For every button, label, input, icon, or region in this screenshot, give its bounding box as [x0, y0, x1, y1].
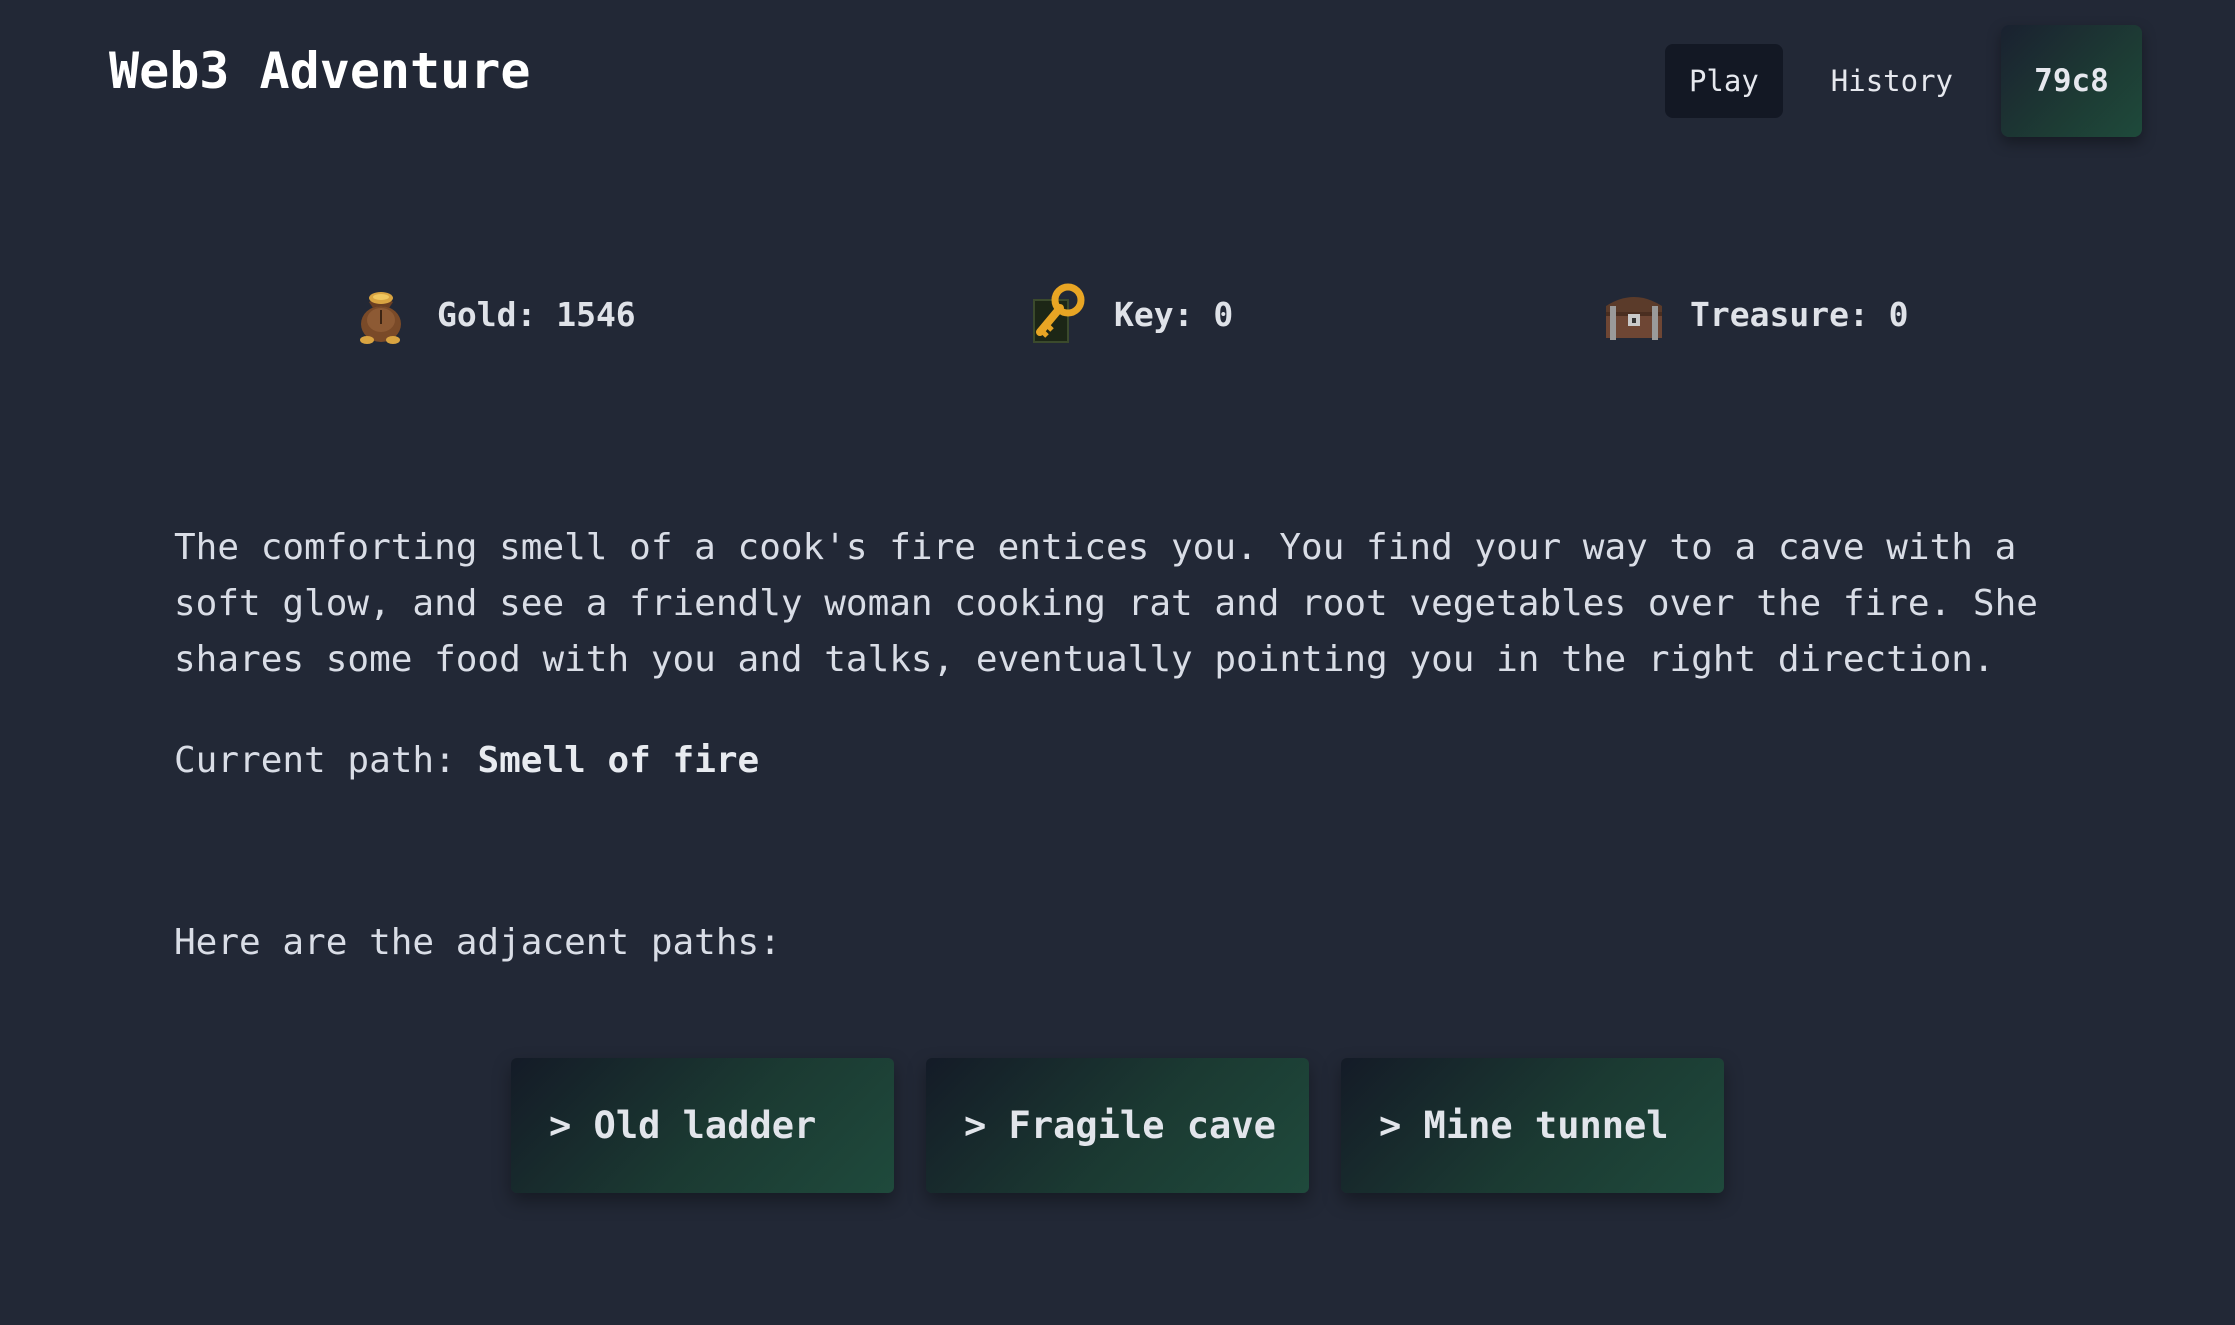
gold-stat: Gold: 1546 [347, 280, 636, 348]
key-label: Key: 0 [1114, 294, 1234, 334]
current-path-label: Current path: [174, 740, 456, 781]
path-button-mine-tunnel[interactable]: > Mine tunnel [1341, 1058, 1724, 1193]
play-nav-button[interactable]: Play [1664, 44, 1783, 118]
gold-bag-icon [360, 292, 401, 344]
treasure-chest-icon [1606, 297, 1662, 340]
current-path: Current path: Smell of fire [174, 740, 759, 781]
app-title: Web3 Adventure [109, 42, 531, 100]
key-stat: Key: 0 [1024, 280, 1233, 348]
path-button-old-ladder[interactable]: > Old ladder [511, 1058, 894, 1193]
adjacent-paths-heading: Here are the adjacent paths: [174, 922, 781, 963]
treasure-stat: Treasure: 0 [1600, 280, 1909, 348]
path-button-fragile-cave[interactable]: > Fragile cave [926, 1058, 1309, 1193]
key-icon [1033, 283, 1085, 343]
story-text: The comforting smell of a cook's fire en… [174, 527, 2038, 680]
path-choices: > Old ladder > Fragile cave > Mine tunne… [511, 1058, 1724, 1193]
top-nav: Play History 79c8 [1664, 25, 2142, 137]
history-nav-button[interactable]: History [1807, 44, 1977, 118]
stats-bar: Gold: 1546 Key: 0 Treasure: 0 [0, 280, 2235, 350]
current-path-value: Smell of fire [477, 740, 760, 781]
gold-label: Gold: 1546 [437, 294, 636, 334]
treasure-label: Treasure: 0 [1690, 294, 1909, 334]
wallet-button[interactable]: 79c8 [2001, 25, 2142, 137]
